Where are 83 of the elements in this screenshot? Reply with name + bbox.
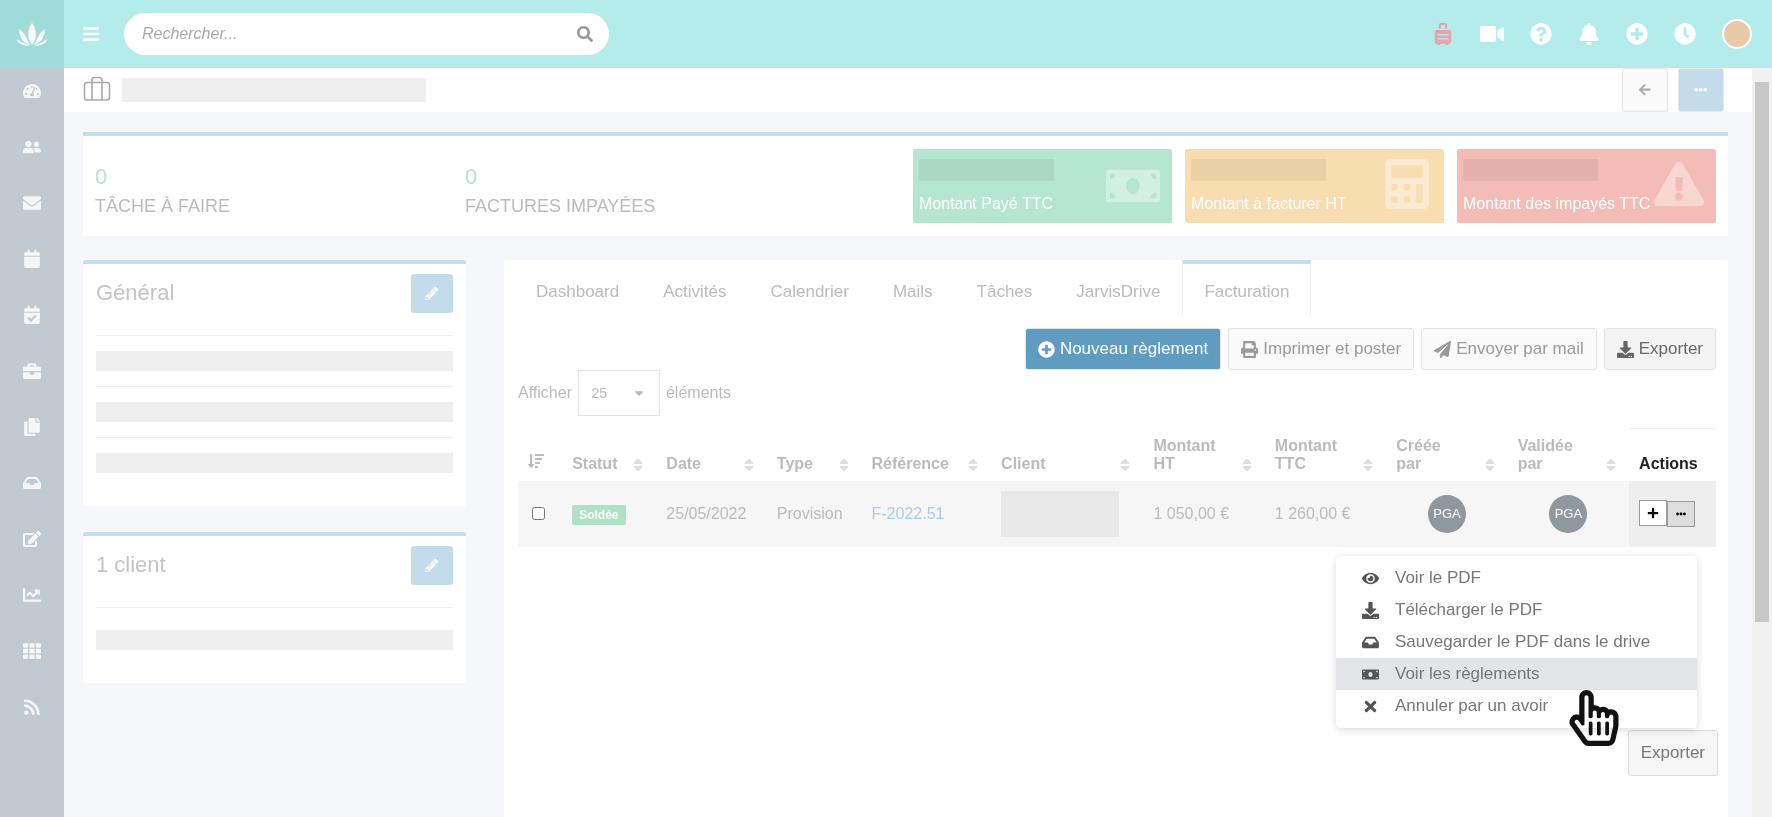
avatar[interactable] [1722, 19, 1752, 49]
help-icon[interactable] [1530, 23, 1552, 45]
paper-plane-icon [1434, 340, 1452, 358]
column-header: Actions [1629, 428, 1716, 481]
menu-item[interactable]: Télécharger le PDF [1336, 594, 1697, 626]
suitcase-icon[interactable] [1432, 23, 1454, 45]
logo-icon[interactable] [15, 21, 49, 47]
tab[interactable]: Tâches [954, 260, 1055, 316]
arrow-left-icon [1638, 83, 1652, 97]
search-field[interactable]: Rechercher... [124, 13, 609, 55]
column-header[interactable]: Client [1001, 454, 1046, 473]
briefcase-icon[interactable] [23, 362, 41, 380]
calendar-check-icon[interactable] [23, 306, 41, 324]
table-cell: 1 050,00 € [1143, 480, 1265, 547]
column-header[interactable]: Montant TTC [1274, 436, 1345, 473]
status-badge: Soldée [572, 504, 626, 525]
tile-label: Montant Payé TTC [919, 195, 1054, 213]
printer-icon [1241, 340, 1259, 358]
calendar-icon[interactable] [23, 250, 41, 268]
column-header[interactable]: Créée par [1396, 436, 1467, 473]
tab[interactable]: Activités [641, 260, 749, 316]
pencil-icon [425, 558, 439, 573]
reference-link[interactable]: F-2022.51 [871, 504, 945, 522]
download-icon [1616, 340, 1634, 358]
more-button[interactable] [1667, 501, 1696, 527]
panel-title: Général [96, 280, 175, 306]
add-icon[interactable] [1626, 23, 1648, 45]
tab[interactable]: Calendrier [748, 260, 871, 316]
clock-icon[interactable] [1674, 23, 1696, 45]
tab[interactable]: Mails [870, 260, 955, 316]
table-cell: 1 260,00 € [1264, 480, 1387, 547]
tab[interactable]: Dashboard [514, 260, 642, 316]
row-checkbox[interactable] [532, 506, 545, 520]
toolbar-button[interactable]: Nouveau règlement [1024, 328, 1222, 370]
menu-item[interactable]: Voir les règlements [1336, 658, 1697, 690]
copy-icon[interactable] [23, 418, 41, 436]
tile-label: Montant à facturer HT [1191, 195, 1348, 213]
menu-icon[interactable] [82, 25, 100, 43]
menu-item[interactable]: Annuler par un avoir [1336, 690, 1697, 722]
tile-label: Montant des impayés TTC [1463, 195, 1652, 213]
label: Afficher [518, 384, 572, 402]
page-size-select[interactable]: 25 [577, 370, 660, 416]
table-cell: Provision [766, 480, 862, 547]
chart-icon[interactable] [23, 586, 41, 604]
gauge-icon[interactable] [23, 82, 41, 100]
grid-icon[interactable] [23, 642, 41, 660]
pencil-icon [425, 286, 439, 301]
edit-button[interactable] [411, 546, 453, 585]
column-header[interactable]: Montant HT [1153, 436, 1224, 473]
user-initials: PGA [1549, 494, 1588, 533]
mail-icon[interactable] [23, 194, 41, 212]
column-header[interactable]: Type [776, 454, 813, 473]
stat-label: FACTURES IMPAYÉES [465, 195, 657, 217]
inbox-icon[interactable] [23, 474, 41, 492]
tab[interactable]: JarvisDrive [1054, 260, 1183, 316]
tab[interactable]: Facturation [1182, 260, 1312, 316]
plus-icon [1647, 507, 1660, 519]
edit-button[interactable] [411, 274, 453, 313]
table-cell: 25/05/2022 [656, 480, 767, 547]
column-header[interactable]: Statut [572, 454, 618, 473]
users-icon[interactable] [23, 138, 41, 156]
toolbar-button[interactable]: Exporter [1603, 328, 1716, 370]
feed-icon[interactable] [23, 698, 41, 716]
user-initials: PGA [1427, 494, 1466, 533]
add-button[interactable] [1639, 500, 1668, 526]
stat-value: 0 [95, 163, 109, 190]
bell-icon[interactable] [1578, 23, 1600, 45]
column-header[interactable]: Référence [871, 454, 949, 473]
scrollbar-thumb[interactable] [1755, 82, 1769, 622]
stat-label: TÂCHE À FAIRE [95, 195, 232, 217]
menu-item[interactable]: Sauvegarder le PDF dans le drive [1336, 626, 1697, 658]
back-button[interactable] [1622, 68, 1668, 112]
download-icon [1362, 601, 1379, 619]
export-button[interactable]: Exporter [1627, 730, 1718, 776]
column-header[interactable]: Validée par [1517, 436, 1588, 473]
search-icon[interactable] [577, 26, 593, 42]
label: éléments [665, 384, 731, 402]
panel-title: 1 client [96, 552, 166, 578]
stat-value: 0 [465, 163, 479, 190]
menu-item[interactable]: Voir le PDF [1336, 562, 1697, 594]
edit-icon[interactable] [23, 530, 41, 548]
sort-icon[interactable] [528, 452, 544, 469]
column-header[interactable]: Date [666, 454, 701, 473]
